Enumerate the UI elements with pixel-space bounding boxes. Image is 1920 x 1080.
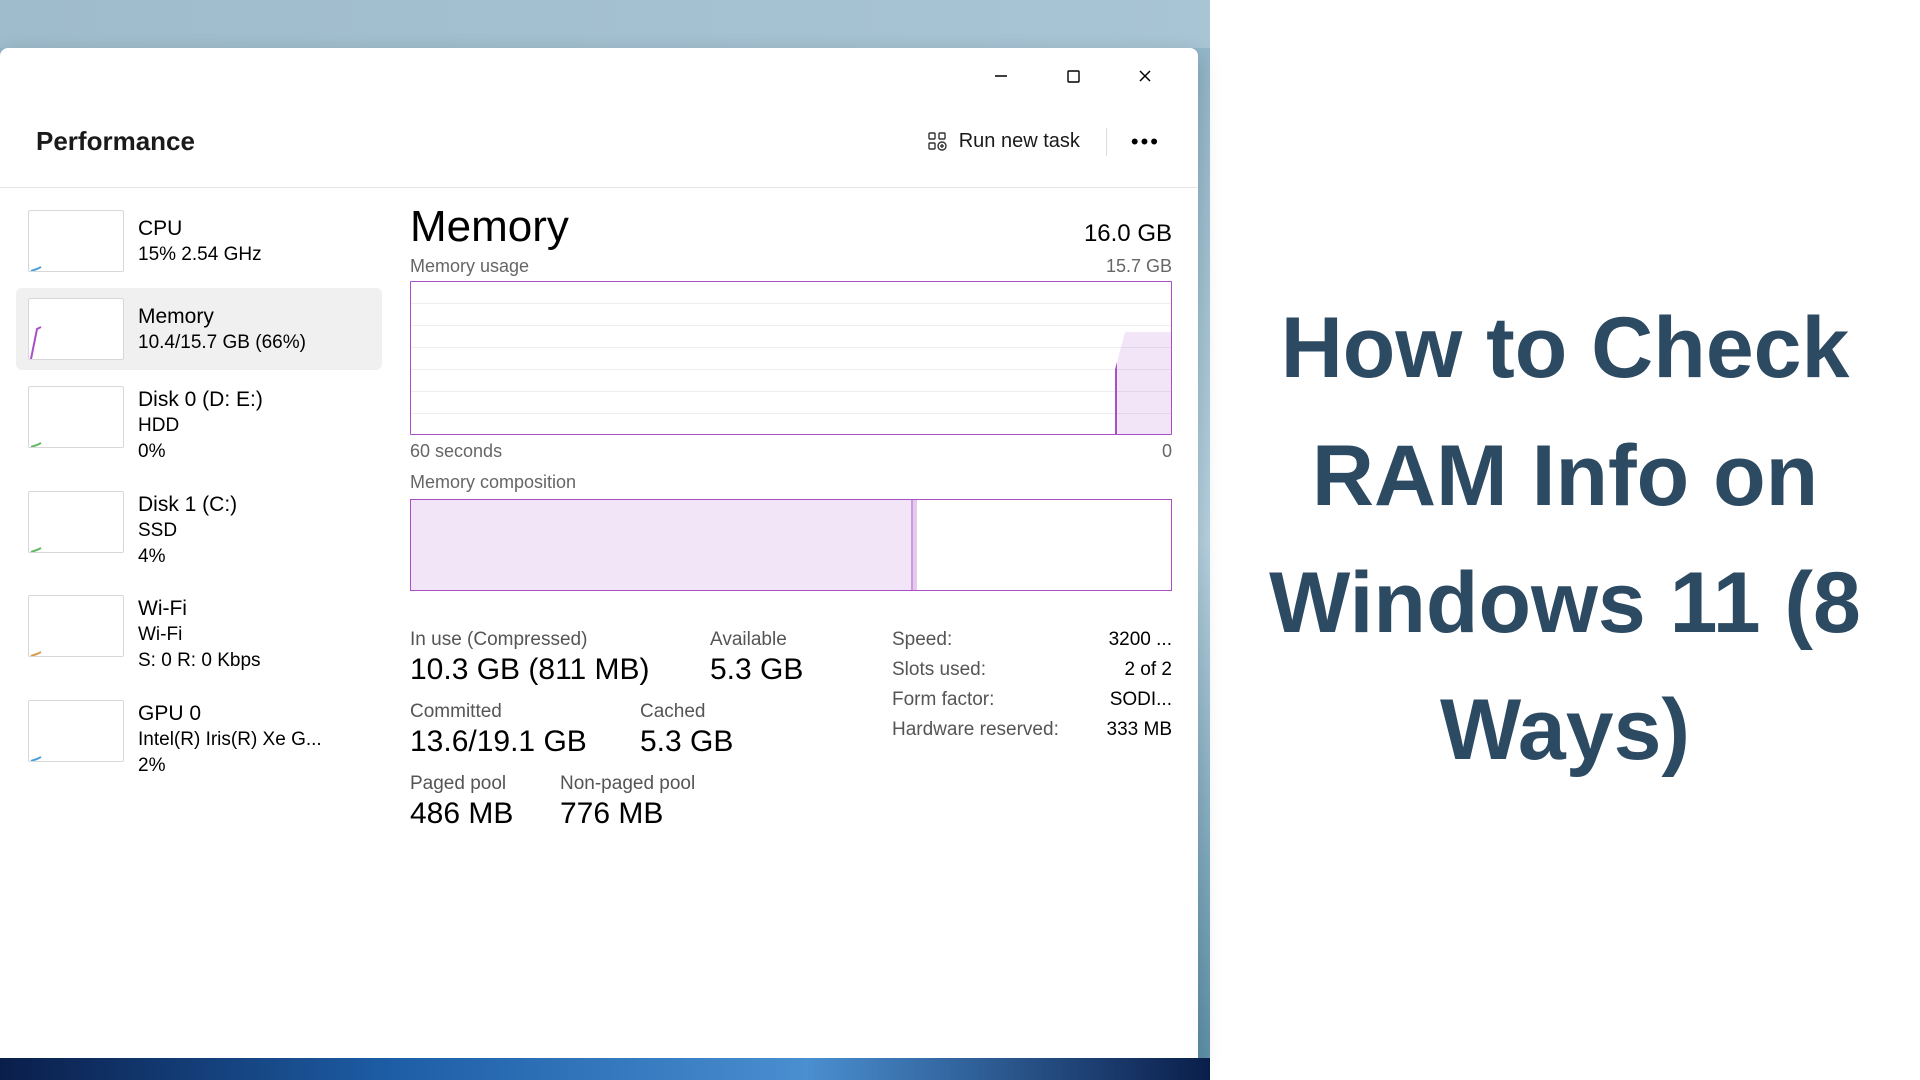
stat-in-use: In use (Compressed) 10.3 GB (811 MB) <box>410 629 710 687</box>
detail-key: Hardware reserved: <box>892 719 1059 741</box>
detail-value: 2 of 2 <box>1124 659 1172 681</box>
sidebar-thumb <box>28 491 124 553</box>
sidebar-item-sub1: Intel(R) Iris(R) Xe G... <box>138 727 322 753</box>
sidebar-item-title: Wi-Fi <box>138 595 261 622</box>
composition-marker <box>913 500 917 590</box>
detail-key: Form factor: <box>892 689 994 711</box>
page-header: Performance Run new task ••• <box>0 104 1198 188</box>
sidebar-item-cpu[interactable]: CPU15% 2.54 GHz <box>16 200 382 282</box>
run-task-icon <box>927 131 949 153</box>
usage-chart-fill <box>1115 330 1171 434</box>
sidebar-item-sub: 10.4/15.7 GB (66%) <box>138 330 306 356</box>
maximize-button[interactable] <box>1050 60 1096 92</box>
memory-details-list: Speed: 3200 ... Slots used: 2 of 2 Form fact… <box>892 629 1172 831</box>
article-headline: How to Check RAM Info on Windows 11 (8 W… <box>1248 285 1882 794</box>
detail-title: Memory <box>410 202 569 252</box>
stat-available: Available 5.3 GB <box>710 629 870 687</box>
sidebar-item-sub1: SSD <box>138 518 237 544</box>
sidebar-item-sub1: Wi-Fi <box>138 622 261 648</box>
stat-paged: Paged pool 486 MB <box>410 773 560 831</box>
stat-nonpaged: Non-paged pool 776 MB <box>560 773 760 831</box>
detail-row: Slots used: 2 of 2 <box>892 659 1172 681</box>
sidebar-item-title: Disk 0 (D: E:) <box>138 386 263 413</box>
memory-total: 16.0 GB <box>1084 220 1172 248</box>
divider <box>1106 128 1107 156</box>
sidebar-item-disk-0-d-e-[interactable]: Disk 0 (D: E:)HDD0% <box>16 376 382 475</box>
sidebar-text: Disk 1 (C:)SSD4% <box>138 491 237 570</box>
detail-row: Hardware reserved: 333 MB <box>892 719 1172 741</box>
sidebar-item-gpu-0[interactable]: GPU 0Intel(R) Iris(R) Xe G...2% <box>16 690 382 789</box>
sidebar-item-title: GPU 0 <box>138 700 322 727</box>
sidebar-thumb <box>28 298 124 360</box>
sidebar-item-sub2: 4% <box>138 544 237 570</box>
minimize-button[interactable] <box>978 60 1024 92</box>
window-titlebar <box>0 48 1198 104</box>
detail-value: 3200 ... <box>1109 629 1172 651</box>
close-button[interactable] <box>1122 60 1168 92</box>
sidebar-item-memory[interactable]: Memory10.4/15.7 GB (66%) <box>16 288 382 370</box>
sidebar-text: Disk 0 (D: E:)HDD0% <box>138 386 263 465</box>
memory-composition-chart[interactable] <box>410 499 1172 591</box>
sidebar-item-title: Memory <box>138 303 306 330</box>
performance-sidebar: CPU15% 2.54 GHz Memory10.4/15.7 GB (66%) D… <box>0 188 390 1058</box>
sidebar-text: Memory10.4/15.7 GB (66%) <box>138 298 306 360</box>
sidebar-thumb <box>28 595 124 657</box>
sidebar-text: CPU15% 2.54 GHz <box>138 210 262 272</box>
detail-row: Form factor: SODI... <box>892 689 1172 711</box>
sidebar-item-sub1: HDD <box>138 413 263 439</box>
run-task-label: Run new task <box>959 130 1080 153</box>
task-manager-window: Performance Run new task ••• CPU15% 2.54… <box>0 48 1198 1058</box>
detail-value: SODI... <box>1110 689 1172 711</box>
composition-used <box>411 500 913 590</box>
sidebar-item-sub2: 0% <box>138 439 263 465</box>
sidebar-thumb <box>28 386 124 448</box>
sidebar-item-title: Disk 1 (C:) <box>138 491 237 518</box>
stat-committed: Committed 13.6/19.1 GB <box>410 701 640 759</box>
sidebar-thumb <box>28 210 124 272</box>
sidebar-item-sub2: S: 0 R: 0 Kbps <box>138 648 261 674</box>
memory-detail-panel: Memory 16.0 GB Memory usage 15.7 GB 60 s… <box>390 188 1198 1058</box>
detail-value: 333 MB <box>1107 719 1172 741</box>
axis-left: 60 seconds <box>410 441 502 462</box>
article-title-panel: How to Check RAM Info on Windows 11 (8 W… <box>1210 0 1920 1080</box>
detail-key: Slots used: <box>892 659 986 681</box>
desktop-background-top <box>0 0 1210 48</box>
more-options-button[interactable]: ••• <box>1123 125 1168 159</box>
windows-taskbar[interactable] <box>0 1058 1210 1080</box>
detail-row: Speed: 3200 ... <box>892 629 1172 651</box>
run-new-task-button[interactable]: Run new task <box>917 124 1090 159</box>
usage-chart-label: Memory usage <box>410 256 529 277</box>
usage-chart-max: 15.7 GB <box>1106 256 1172 277</box>
sidebar-text: GPU 0Intel(R) Iris(R) Xe G...2% <box>138 700 322 779</box>
memory-usage-chart[interactable] <box>410 281 1172 435</box>
sidebar-item-wi-fi[interactable]: Wi-FiWi-FiS: 0 R: 0 Kbps <box>16 585 382 684</box>
page-title: Performance <box>36 126 195 157</box>
sidebar-item-disk-1-c-[interactable]: Disk 1 (C:)SSD4% <box>16 481 382 580</box>
composition-label: Memory composition <box>410 472 1172 493</box>
memory-stats: In use (Compressed) 10.3 GB (811 MB) Ava… <box>410 629 1172 831</box>
sidebar-item-sub: 15% 2.54 GHz <box>138 242 262 268</box>
stat-cached: Cached 5.3 GB <box>640 701 840 759</box>
axis-right: 0 <box>1162 441 1172 462</box>
sidebar-thumb <box>28 700 124 762</box>
detail-key: Speed: <box>892 629 952 651</box>
sidebar-item-title: CPU <box>138 215 262 242</box>
sidebar-item-sub2: 2% <box>138 753 322 779</box>
sidebar-text: Wi-FiWi-FiS: 0 R: 0 Kbps <box>138 595 261 674</box>
